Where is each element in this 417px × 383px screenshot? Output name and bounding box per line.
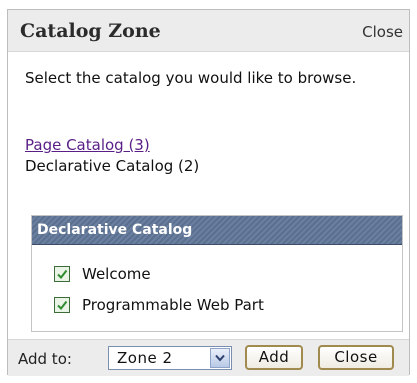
- catalog-zone: Catalog Zone Close Select the catalog yo…: [7, 9, 410, 376]
- zone-close-link[interactable]: Close: [362, 23, 403, 41]
- page-catalog-link[interactable]: Page Catalog (3): [25, 136, 150, 154]
- dropdown-button[interactable]: [210, 348, 230, 368]
- zone-header: Catalog Zone Close: [8, 10, 409, 52]
- welcome-checkbox[interactable]: [54, 266, 70, 282]
- programmable-web-part-label: Programmable Web Part: [82, 296, 264, 314]
- zone-title: Catalog Zone: [20, 20, 161, 42]
- catalog-panel: Declarative Catalog Welcome Programmable…: [31, 215, 403, 332]
- zone-footer: Add to: Zone 2 Add Close: [8, 339, 409, 376]
- checkmark-icon: [57, 269, 68, 280]
- zone-select-value: Zone 2: [117, 349, 173, 367]
- catalog-instructions: Select the catalog you would like to bro…: [25, 69, 357, 87]
- part-row-welcome: Welcome: [54, 263, 151, 285]
- programmable-web-part-checkbox[interactable]: [54, 297, 70, 313]
- part-row-programmable: Programmable Web Part: [54, 294, 264, 316]
- panel-header: Declarative Catalog: [32, 216, 402, 245]
- close-button[interactable]: Close: [318, 345, 394, 370]
- declarative-catalog-label: Declarative Catalog (2): [25, 157, 200, 175]
- welcome-label: Welcome: [82, 265, 151, 283]
- chevron-down-icon: [215, 354, 225, 362]
- zone-select[interactable]: Zone 2: [108, 346, 232, 370]
- add-to-label: Add to:: [18, 350, 72, 368]
- add-button[interactable]: Add: [245, 345, 303, 370]
- checkmark-icon: [57, 300, 68, 311]
